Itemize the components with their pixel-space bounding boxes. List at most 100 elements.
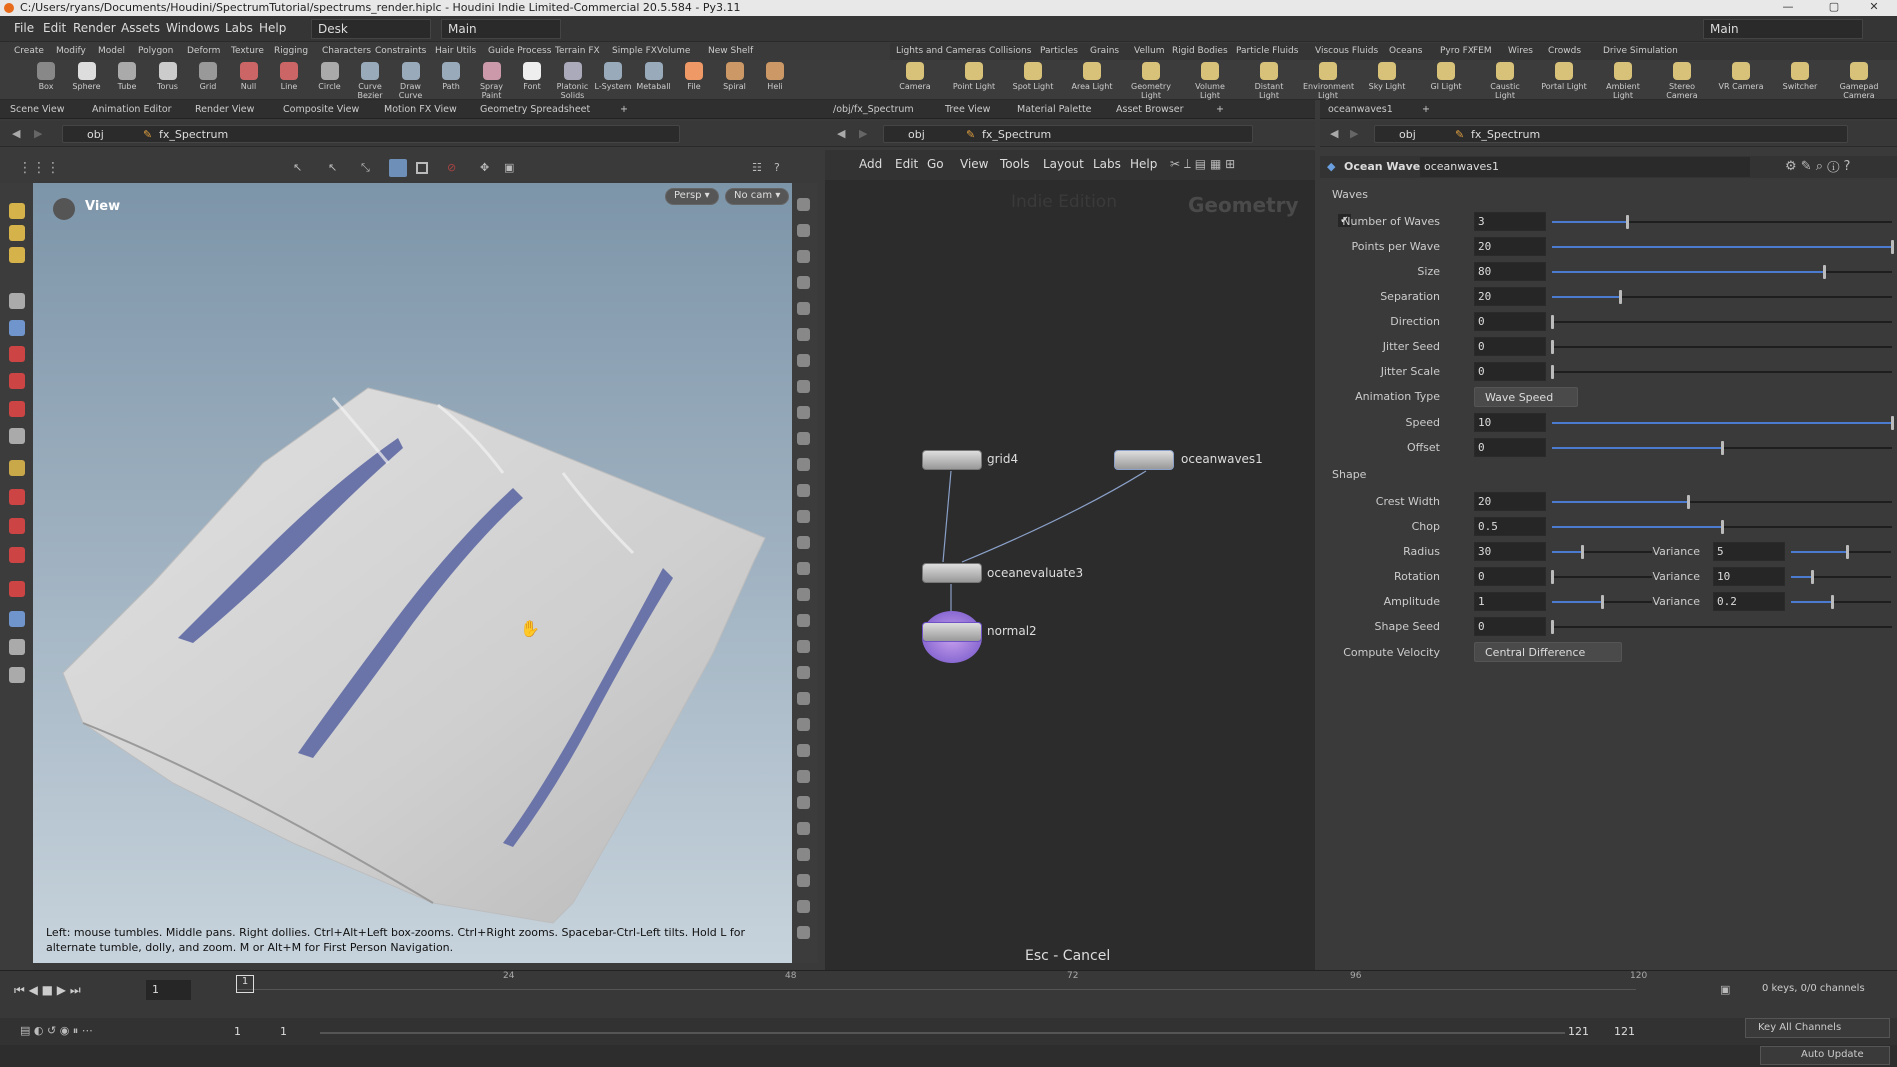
path-obj[interactable]: obj	[87, 128, 104, 141]
parm-slider-shape-seed[interactable]	[1552, 626, 1892, 628]
viewport-help-icon[interactable]: ?	[774, 161, 780, 174]
animation-type-dropdown[interactable]: Wave Speed	[1474, 387, 1578, 407]
parm-field-radius[interactable]: 30	[1474, 542, 1546, 561]
left-tool-3-icon[interactable]	[9, 247, 25, 263]
menu-render[interactable]: Render	[73, 21, 116, 35]
back-arrow-icon[interactable]: ◀	[12, 127, 20, 140]
realtime-icons[interactable]: ▤ ◐ ↺ ◉ ⏸ ⋯	[20, 1024, 93, 1038]
parm-slider-handle[interactable]	[1891, 416, 1894, 430]
select-tool-icon[interactable]: ↖	[293, 161, 302, 174]
viewport-layout-icon[interactable]: ☷	[752, 161, 762, 174]
display-option-1-icon[interactable]	[797, 198, 810, 211]
shelf-tab-characters[interactable]: Characters	[322, 46, 371, 56]
close-button[interactable]: ✕	[1851, 0, 1897, 16]
shelf-tab-model[interactable]: Model	[98, 46, 125, 56]
parm-slider-handle[interactable]	[1551, 570, 1554, 584]
parm-slider-handle[interactable]	[1721, 441, 1724, 455]
shelf-tab-wires[interactable]: Wires	[1508, 46, 1533, 56]
tool-box[interactable]: Box	[26, 62, 66, 91]
display-option-12-icon[interactable]	[797, 484, 810, 497]
tool-platonic-solids[interactable]: Platonic Solids	[553, 62, 593, 100]
left-tool-1-icon[interactable]	[9, 203, 25, 219]
display-option-17-icon[interactable]	[797, 614, 810, 627]
variance-slider-handle[interactable]	[1846, 545, 1849, 559]
tool-path[interactable]: Path	[431, 62, 471, 91]
tab-render-view[interactable]: Render View	[195, 104, 254, 115]
tool-tube[interactable]: Tube	[107, 62, 147, 91]
display-option-13-icon[interactable]	[797, 510, 810, 523]
display-option-22-icon[interactable]	[797, 744, 810, 757]
range-start[interactable]: 1	[234, 1025, 241, 1038]
left-tool-16-icon[interactable]	[9, 639, 25, 655]
shelf-tab-modify[interactable]: Modify	[56, 46, 86, 56]
menu-help[interactable]: Help	[259, 21, 286, 35]
select-prims-icon[interactable]	[389, 159, 407, 177]
parm-path-node[interactable]: fx_Spectrum	[1471, 128, 1540, 141]
main-selector[interactable]: Main	[441, 19, 561, 39]
shelf-tab-crowds[interactable]: Crowds	[1548, 46, 1581, 56]
parm-slider-handle[interactable]	[1721, 520, 1724, 534]
parm-gear-icon[interactable]: ⚙ ✎ ⌕ ⓘ ?	[1785, 159, 1850, 174]
parm-back-arrow-icon[interactable]: ◀	[1330, 127, 1338, 140]
auto-update-button[interactable]: Auto Update	[1760, 1046, 1890, 1065]
tool-grid[interactable]: Grid	[188, 62, 228, 91]
left-tool-10-icon[interactable]	[9, 460, 25, 476]
tool-file[interactable]: File	[674, 62, 714, 91]
camera-button[interactable]: No cam ▾	[725, 188, 790, 205]
display-option-15-icon[interactable]	[797, 562, 810, 575]
tool-sphere[interactable]: Sphere	[67, 62, 107, 91]
section-shape[interactable]: Shape	[1332, 468, 1366, 481]
tool-point-light[interactable]: Point Light	[949, 62, 999, 91]
left-tool-13-icon[interactable]	[9, 547, 25, 563]
shelf-tab-deform[interactable]: Deform	[187, 46, 220, 56]
menu-labs[interactable]: Labs	[225, 21, 253, 35]
node-oceanevaluate3[interactable]	[922, 563, 982, 583]
display-option-26-icon[interactable]	[797, 848, 810, 861]
net-forward-arrow-icon[interactable]: ▶	[859, 127, 867, 140]
shelf-tab-grains[interactable]: Grains	[1090, 46, 1119, 56]
tool-distant-light[interactable]: Distant Light	[1244, 62, 1294, 100]
parm-field-offset[interactable]: 0	[1474, 438, 1546, 457]
left-tool-17-icon[interactable]	[9, 667, 25, 683]
add-network-tab-icon[interactable]: +	[1216, 104, 1224, 115]
left-tool-7-icon[interactable]	[9, 373, 25, 389]
shelf-tab-lights-and-cameras[interactable]: Lights and Cameras	[896, 46, 986, 56]
shelf-tab-pyro-fx[interactable]: Pyro FX	[1440, 46, 1474, 56]
tool-stereo-camera[interactable]: Stereo Camera	[1657, 62, 1707, 100]
tool-heli[interactable]: Heli	[755, 62, 795, 91]
tool-draw-curve[interactable]: Draw Curve	[391, 62, 431, 100]
add-parm-tab-icon[interactable]: +	[1422, 104, 1430, 115]
network-path-field[interactable]: obj ✎ fx_Spectrum	[883, 125, 1253, 143]
parm-field-separation[interactable]: 20	[1474, 287, 1546, 306]
tab-scene-view[interactable]: Scene View	[10, 104, 65, 115]
tool-spot-light[interactable]: Spot Light	[1008, 62, 1058, 91]
display-option-6-icon[interactable]	[797, 328, 810, 341]
parm-slider-jitter-scale[interactable]	[1552, 371, 1892, 373]
parm-slider-direction[interactable]	[1552, 321, 1892, 323]
tool-vr-camera[interactable]: VR Camera	[1716, 62, 1766, 91]
tool-null[interactable]: Null	[229, 62, 269, 91]
parm-field-jitter-seed[interactable]: 0	[1474, 337, 1546, 356]
tool-caustic-light[interactable]: Caustic Light	[1480, 62, 1530, 100]
parm-field-points-per-wave[interactable]: 20	[1474, 237, 1546, 256]
node-name-field[interactable]: oceanwaves1	[1420, 157, 1750, 177]
tool-circle[interactable]: Circle	[310, 62, 350, 91]
shelf-tab-volume[interactable]: Volume	[657, 46, 690, 56]
parm-field-shape-seed[interactable]: 0	[1474, 617, 1546, 636]
parm-field-rotation[interactable]: 0	[1474, 567, 1546, 586]
left-tool-2-icon[interactable]	[9, 225, 25, 241]
parm-slider-handle[interactable]	[1551, 365, 1554, 379]
display-option-23-icon[interactable]	[797, 770, 810, 783]
parm-field-chop[interactable]: 0.5	[1474, 517, 1546, 536]
shelf-tab-create[interactable]: Create	[14, 46, 44, 56]
tool-spiral[interactable]: Spiral	[715, 62, 755, 91]
parm-slider-handle[interactable]	[1891, 240, 1894, 254]
display-option-3-icon[interactable]	[797, 250, 810, 263]
left-tool-11-icon[interactable]	[9, 489, 25, 505]
parm-slider-handle[interactable]	[1626, 215, 1629, 229]
tool-camera[interactable]: Camera	[890, 62, 940, 91]
shelf-tab-particles[interactable]: Particles	[1040, 46, 1078, 56]
parm-field-direction[interactable]: 0	[1474, 312, 1546, 331]
parm-field-speed[interactable]: 10	[1474, 413, 1546, 432]
display-option-7-icon[interactable]	[797, 354, 810, 367]
